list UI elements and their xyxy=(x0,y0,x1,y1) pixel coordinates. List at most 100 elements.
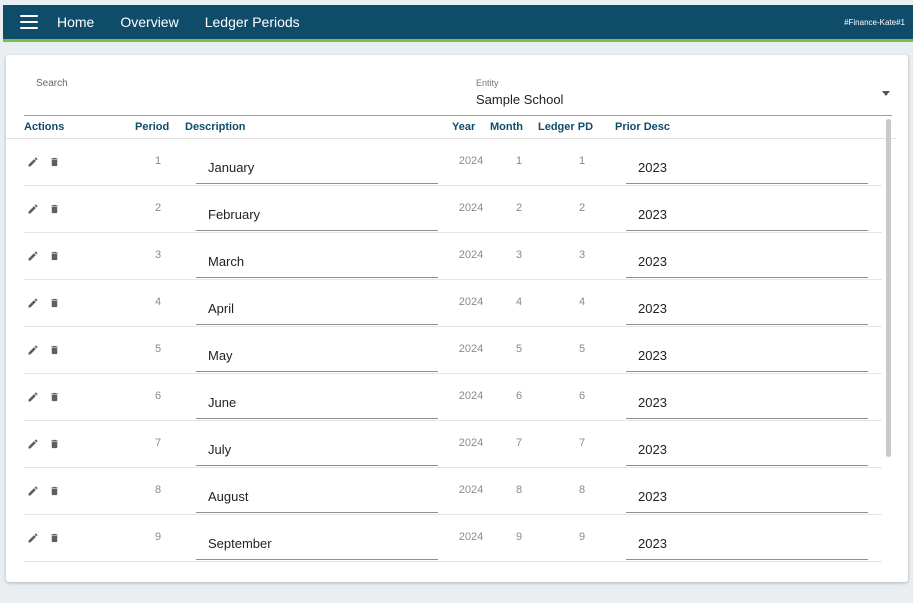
description-field[interactable]: April xyxy=(196,285,438,325)
description-value[interactable]: May xyxy=(208,348,233,363)
period-cell: 9 xyxy=(154,531,162,543)
ledger-pd-cell: 1 xyxy=(578,155,586,167)
prior-desc-value[interactable]: 2023 xyxy=(638,395,667,410)
delete-icon[interactable] xyxy=(49,155,60,173)
ledger-pd-cell: 2 xyxy=(578,202,586,214)
description-field[interactable]: August xyxy=(196,473,438,513)
entity-value: Sample School xyxy=(476,92,564,107)
description-value[interactable]: September xyxy=(208,536,272,551)
search-label[interactable]: Search xyxy=(36,78,68,89)
ledger-periods-card: Search Entity Sample School Actions Peri… xyxy=(6,55,908,582)
edit-icon[interactable] xyxy=(27,390,39,408)
delete-icon[interactable] xyxy=(49,343,60,361)
prior-desc-field[interactable]: 2023 xyxy=(626,379,868,419)
prior-desc-field[interactable]: 2023 xyxy=(626,473,868,513)
description-value[interactable]: April xyxy=(208,301,234,316)
edit-icon[interactable] xyxy=(27,155,39,173)
prior-desc-field[interactable]: 2023 xyxy=(626,144,868,184)
description-field[interactable]: June xyxy=(196,379,438,419)
period-cell: 8 xyxy=(154,484,162,496)
description-value[interactable]: August xyxy=(208,489,248,504)
description-value[interactable]: February xyxy=(208,207,260,222)
description-value[interactable]: March xyxy=(208,254,244,269)
prior-desc-value[interactable]: 2023 xyxy=(638,301,667,316)
prior-desc-value[interactable]: 2023 xyxy=(638,536,667,551)
prior-desc-value[interactable]: 2023 xyxy=(638,442,667,457)
month-cell: 3 xyxy=(515,249,523,261)
period-cell: 1 xyxy=(154,155,162,167)
edit-icon[interactable] xyxy=(27,202,39,220)
menu-icon[interactable] xyxy=(20,15,38,29)
description-field[interactable]: May xyxy=(196,332,438,372)
month-cell: 4 xyxy=(515,296,523,308)
tenant-label: #Finance-Kate#1 xyxy=(844,18,905,27)
col-prior-desc[interactable]: Prior Desc xyxy=(615,121,670,133)
delete-icon[interactable] xyxy=(49,202,60,220)
col-period[interactable]: Period xyxy=(135,121,169,133)
period-cell: 4 xyxy=(154,296,162,308)
table-header: Actions Period Description Year Month Le… xyxy=(6,115,896,139)
year-cell: 2024 xyxy=(458,155,484,167)
nav-overview[interactable]: Overview xyxy=(120,14,178,30)
description-field[interactable]: September xyxy=(196,520,438,560)
prior-desc-field[interactable]: 2023 xyxy=(626,520,868,560)
description-field[interactable]: February xyxy=(196,191,438,231)
col-actions: Actions xyxy=(24,121,65,133)
nav-ledger-periods[interactable]: Ledger Periods xyxy=(205,14,300,30)
prior-desc-value[interactable]: 2023 xyxy=(638,207,667,222)
description-field[interactable]: March xyxy=(196,238,438,278)
prior-desc-value[interactable]: 2023 xyxy=(638,254,667,269)
year-cell: 2024 xyxy=(458,390,484,402)
edit-icon[interactable] xyxy=(27,249,39,267)
scrollbar[interactable] xyxy=(886,119,891,457)
edit-icon[interactable] xyxy=(27,437,39,455)
table-row: 6 June 2024 6 6 2023 xyxy=(24,374,882,421)
period-cell: 3 xyxy=(154,249,162,261)
col-year[interactable]: Year xyxy=(452,121,475,133)
period-cell: 2 xyxy=(154,202,162,214)
description-field[interactable]: July xyxy=(196,426,438,466)
chevron-down-icon[interactable] xyxy=(882,91,890,96)
table-row: 3 March 2024 3 3 2023 xyxy=(24,233,882,280)
month-cell: 8 xyxy=(515,484,523,496)
prior-desc-value[interactable]: 2023 xyxy=(638,348,667,363)
ledger-pd-cell: 7 xyxy=(578,437,586,449)
ledger-pd-cell: 5 xyxy=(578,343,586,355)
year-cell: 2024 xyxy=(458,531,484,543)
prior-desc-value[interactable]: 2023 xyxy=(638,160,667,175)
table-row: 1 January 2024 1 1 2023 xyxy=(24,139,882,186)
description-value[interactable]: January xyxy=(208,160,254,175)
col-month[interactable]: Month xyxy=(490,121,523,133)
edit-icon[interactable] xyxy=(27,343,39,361)
delete-icon[interactable] xyxy=(49,484,60,502)
delete-icon[interactable] xyxy=(49,296,60,314)
prior-desc-value[interactable]: 2023 xyxy=(638,489,667,504)
prior-desc-field[interactable]: 2023 xyxy=(626,426,868,466)
edit-icon[interactable] xyxy=(27,531,39,549)
col-ledger-pd[interactable]: Ledger PD xyxy=(538,121,593,133)
prior-desc-field[interactable]: 2023 xyxy=(626,238,868,278)
col-description[interactable]: Description xyxy=(185,121,246,133)
table-row: 5 May 2024 5 5 2023 xyxy=(24,327,882,374)
prior-desc-field[interactable]: 2023 xyxy=(626,332,868,372)
app-bar: Home Overview Ledger Periods #Finance-Ka… xyxy=(3,5,913,42)
entity-select[interactable]: Entity Sample School xyxy=(474,76,892,116)
prior-desc-field[interactable]: 2023 xyxy=(626,285,868,325)
delete-icon[interactable] xyxy=(49,437,60,455)
description-value[interactable]: June xyxy=(208,395,236,410)
table-row: 7 July 2024 7 7 2023 xyxy=(24,421,882,468)
year-cell: 2024 xyxy=(458,202,484,214)
prior-desc-field[interactable]: 2023 xyxy=(626,191,868,231)
description-value[interactable]: July xyxy=(208,442,231,457)
delete-icon[interactable] xyxy=(49,249,60,267)
description-field[interactable]: January xyxy=(196,144,438,184)
edit-icon[interactable] xyxy=(27,296,39,314)
delete-icon[interactable] xyxy=(49,531,60,549)
year-cell: 2024 xyxy=(458,249,484,261)
table-row: 9 September 2024 9 9 2023 xyxy=(24,515,882,562)
ledger-pd-cell: 3 xyxy=(578,249,586,261)
edit-icon[interactable] xyxy=(27,484,39,502)
nav-home[interactable]: Home xyxy=(57,14,94,30)
ledger-pd-cell: 4 xyxy=(578,296,586,308)
delete-icon[interactable] xyxy=(49,390,60,408)
